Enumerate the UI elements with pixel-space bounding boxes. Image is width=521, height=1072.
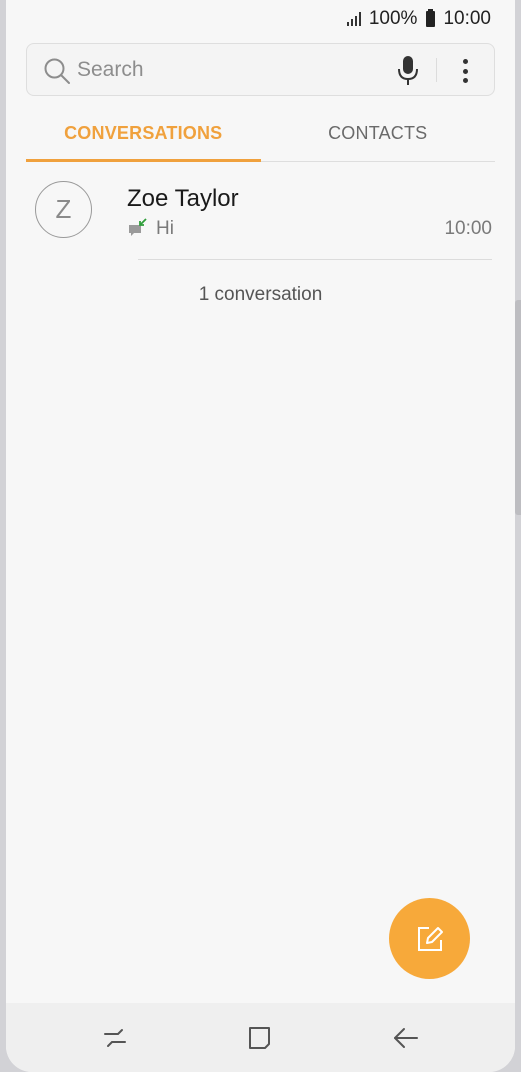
- recents-icon[interactable]: [100, 1023, 130, 1053]
- signal-icon: [346, 12, 361, 26]
- search-bar[interactable]: [26, 43, 495, 96]
- search-input[interactable]: [77, 55, 377, 85]
- screen: 100% 10:00 CONVERSATIONS CONTACTS: [6, 0, 515, 1072]
- home-icon[interactable]: [245, 1023, 275, 1053]
- compose-button[interactable]: [389, 898, 470, 979]
- row-divider: [138, 259, 492, 260]
- tab-contacts[interactable]: CONTACTS: [261, 106, 496, 161]
- mic-icon[interactable]: [397, 55, 419, 87]
- status-time: 10:00: [443, 8, 491, 29]
- more-options-icon[interactable]: [455, 57, 475, 85]
- search-divider: [436, 58, 437, 82]
- phone-frame: 100% 10:00 CONVERSATIONS CONTACTS: [0, 0, 521, 1072]
- status-bar: 100% 10:00: [6, 0, 515, 38]
- conversation-time: 10:00: [444, 218, 492, 239]
- conversation-count: 1 conversation: [198, 284, 323, 305]
- search-icon: [44, 58, 70, 84]
- battery-percentage: 100%: [368, 8, 418, 29]
- avatar: Z: [35, 181, 92, 238]
- conversation-row[interactable]: Z Zoe Taylor Hi 10:00: [26, 170, 495, 260]
- conversation-name: Zoe Taylor: [127, 185, 239, 212]
- navigation-bar: [6, 1003, 515, 1072]
- back-icon[interactable]: [391, 1023, 421, 1053]
- received-message-icon: [129, 218, 147, 236]
- tab-bar: CONVERSATIONS CONTACTS: [26, 106, 495, 162]
- battery-icon: [426, 9, 436, 27]
- compose-icon: [417, 926, 443, 951]
- tab-conversations[interactable]: CONVERSATIONS: [26, 106, 261, 162]
- conversation-preview: Hi: [156, 218, 174, 239]
- side-edge: [515, 300, 521, 515]
